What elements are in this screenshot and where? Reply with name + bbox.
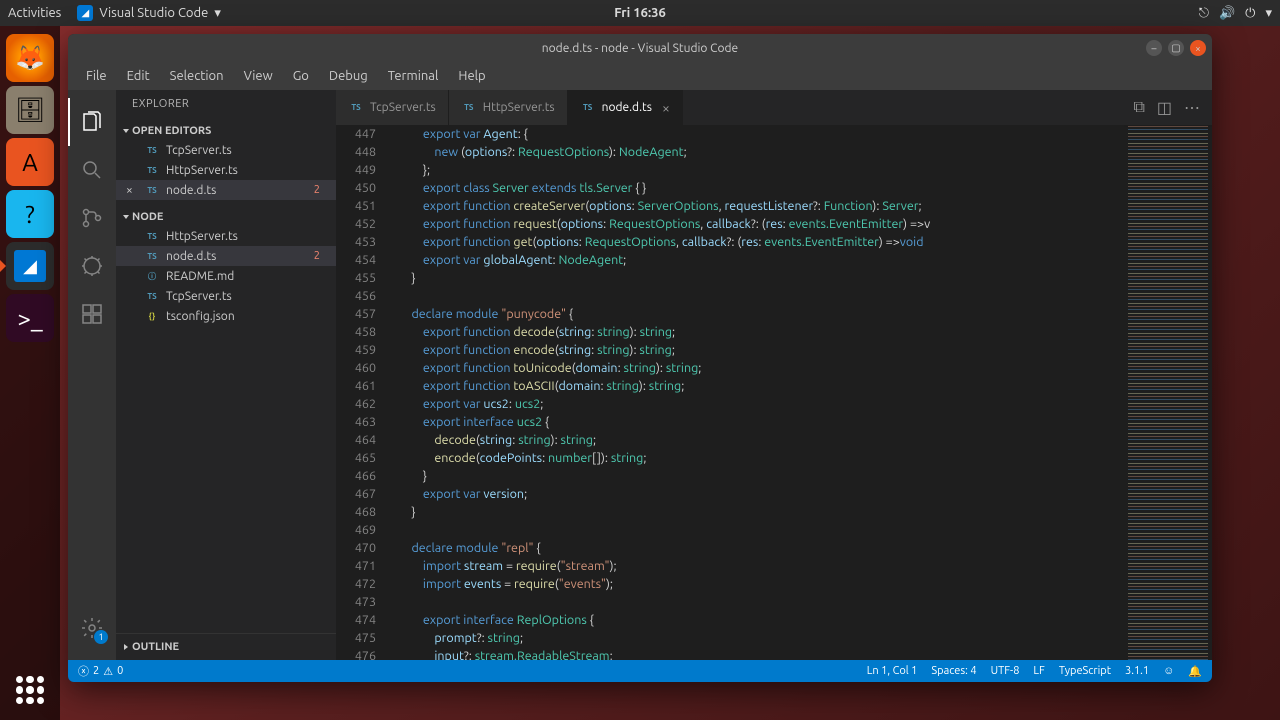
- feedback-icon[interactable]: ☺: [1163, 665, 1174, 677]
- dock-vscode[interactable]: ◢: [6, 242, 54, 290]
- settings-gear-icon[interactable]: 1: [68, 604, 116, 652]
- ubuntu-dock: 🦊 🗄 A ? ◢ >_: [0, 26, 60, 720]
- error-count: 2: [314, 250, 328, 262]
- open-editor-item[interactable]: TSTcpServer.ts: [116, 140, 336, 160]
- warning-icon: ⚠: [103, 665, 113, 678]
- menu-view[interactable]: View: [236, 65, 281, 87]
- split-icon[interactable]: ◫: [1157, 98, 1172, 117]
- editor-tab[interactable]: TSHttpServer.ts: [449, 90, 568, 125]
- extensions-view-icon[interactable]: [68, 290, 116, 338]
- menu-debug[interactable]: Debug: [321, 65, 376, 87]
- statusbar: ⓧ2 ⚠0 Ln 1, Col 1 Spaces: 4 UTF-8 LF Typ…: [68, 660, 1212, 682]
- file-icon: ⓘ: [144, 269, 160, 283]
- menu-edit[interactable]: Edit: [119, 65, 158, 87]
- network-icon[interactable]: ⎋: [1199, 6, 1209, 21]
- show-applications[interactable]: [16, 676, 44, 704]
- sidebar-title: EXPLORER: [116, 90, 336, 118]
- code-content[interactable]: export var Agent: { new (options?: Reque…: [392, 125, 1124, 660]
- file-tree-item[interactable]: ⓘREADME.md: [116, 266, 336, 286]
- compare-icon[interactable]: ⧉: [1133, 98, 1144, 117]
- system-topbar: Activities ◢ Visual Studio Code ▾ Fri 16…: [0, 0, 1280, 26]
- dock-terminal[interactable]: >_: [6, 294, 54, 342]
- file-tree-item[interactable]: TSnode.d.ts2: [116, 246, 336, 266]
- error-icon: ⓧ: [78, 663, 89, 679]
- sidebar: EXPLORER OPEN EDITORS TSTcpServer.tsTSHt…: [116, 90, 336, 660]
- eol-status[interactable]: LF: [1033, 665, 1044, 677]
- code-editor[interactable]: 4474484494504514524534544554564574584594…: [336, 125, 1212, 660]
- ts-file-icon: TS: [144, 163, 160, 177]
- editor-tabs: TSTcpServer.tsTSHttpServer.tsTSnode.d.ts…: [336, 90, 1212, 125]
- menu-go[interactable]: Go: [285, 65, 317, 87]
- system-clock[interactable]: Fri 16:36: [614, 6, 666, 20]
- menu-selection[interactable]: Selection: [162, 65, 232, 87]
- ts-file-icon: TS: [461, 101, 477, 115]
- dock-firefox[interactable]: 🦊: [6, 34, 54, 82]
- outline-header[interactable]: OUTLINE: [116, 638, 336, 656]
- ts-version[interactable]: 3.1.1: [1125, 665, 1149, 677]
- menu-help[interactable]: Help: [450, 65, 493, 87]
- app-indicator[interactable]: ◢ Visual Studio Code ▾: [77, 5, 221, 21]
- close-icon[interactable]: ×: [126, 184, 133, 197]
- menu-file[interactable]: File: [78, 65, 115, 87]
- window-title: node.d.ts - node - Visual Studio Code: [542, 42, 738, 55]
- dock-files[interactable]: 🗄: [6, 86, 54, 134]
- explorer-view-icon[interactable]: [68, 98, 116, 146]
- ts-file-icon: TS: [348, 101, 364, 115]
- project-header[interactable]: NODE: [116, 208, 336, 226]
- titlebar: node.d.ts - node - Visual Studio Code – …: [68, 34, 1212, 62]
- language-status[interactable]: TypeScript: [1059, 665, 1111, 677]
- file-icon: TS: [144, 289, 160, 303]
- activities-button[interactable]: Activities: [8, 6, 61, 20]
- close-button[interactable]: ×: [1190, 40, 1206, 56]
- open-editor-item[interactable]: ×TSnode.d.ts2: [116, 180, 336, 200]
- dock-software[interactable]: A: [6, 138, 54, 186]
- file-tree-item[interactable]: {}tsconfig.json: [116, 306, 336, 326]
- open-editor-item[interactable]: TSHttpServer.ts: [116, 160, 336, 180]
- vscode-icon: ◢: [77, 5, 93, 21]
- search-view-icon[interactable]: [68, 146, 116, 194]
- debug-view-icon[interactable]: [68, 242, 116, 290]
- editor-area: TSTcpServer.tsTSHttpServer.tsTSnode.d.ts…: [336, 90, 1212, 660]
- chevron-down-icon: [123, 129, 129, 133]
- system-menu-chevron[interactable]: ▾: [1265, 6, 1272, 21]
- scm-view-icon[interactable]: [68, 194, 116, 242]
- close-icon[interactable]: ×: [658, 100, 670, 116]
- error-count: 2: [314, 184, 328, 196]
- line-gutter: 4474484494504514524534544554564574584594…: [336, 125, 392, 660]
- ts-file-icon: TS: [580, 101, 596, 115]
- volume-icon[interactable]: 🔊: [1219, 6, 1235, 21]
- open-editors-header[interactable]: OPEN EDITORS: [116, 122, 336, 140]
- ts-file-icon: TS: [144, 143, 160, 157]
- file-tree-item[interactable]: TSTcpServer.ts: [116, 286, 336, 306]
- vscode-window: node.d.ts - node - Visual Studio Code – …: [68, 34, 1212, 682]
- encoding-status[interactable]: UTF-8: [991, 665, 1020, 677]
- chevron-down-icon: [123, 215, 129, 219]
- maximize-button[interactable]: ▢: [1168, 40, 1184, 56]
- minimap[interactable]: [1124, 125, 1212, 660]
- gear-badge: 1: [94, 630, 108, 644]
- ts-file-icon: TS: [144, 183, 160, 197]
- editor-tab[interactable]: TSnode.d.ts×: [568, 90, 683, 125]
- activity-bar: 1: [68, 90, 116, 660]
- file-icon: TS: [144, 229, 160, 243]
- power-icon[interactable]: ⏻: [1245, 6, 1255, 21]
- problems-status[interactable]: ⓧ2 ⚠0: [78, 663, 123, 679]
- menubar: FileEditSelectionViewGoDebugTerminalHelp: [68, 62, 1212, 90]
- dock-help[interactable]: ?: [6, 190, 54, 238]
- notifications-icon[interactable]: 🔔: [1188, 665, 1202, 678]
- file-icon: {}: [144, 309, 160, 323]
- cursor-position[interactable]: Ln 1, Col 1: [867, 665, 918, 677]
- indentation-status[interactable]: Spaces: 4: [931, 665, 976, 677]
- file-icon: TS: [144, 249, 160, 263]
- more-icon[interactable]: ⋯: [1184, 98, 1200, 117]
- chevron-right-icon: [124, 644, 128, 650]
- file-tree-item[interactable]: TSHttpServer.ts: [116, 226, 336, 246]
- editor-tab[interactable]: TSTcpServer.ts: [336, 90, 449, 125]
- minimize-button[interactable]: –: [1146, 40, 1162, 56]
- menu-terminal[interactable]: Terminal: [380, 65, 447, 87]
